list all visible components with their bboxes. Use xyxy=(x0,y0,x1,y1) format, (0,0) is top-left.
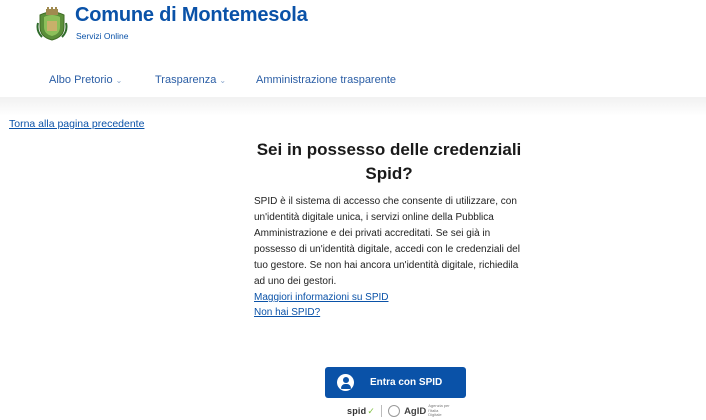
site-subtitle: Servizi Online xyxy=(76,31,129,41)
nav-item-amministrazione-trasparente[interactable]: Amministrazione trasparente xyxy=(256,74,396,86)
spid-logo: spid✓ xyxy=(347,405,376,416)
spid-more-info-link[interactable]: Maggiori informazioni su SPID xyxy=(254,290,544,305)
spid-info-card: Sei in possesso delle credenziali Spid? … xyxy=(254,138,544,320)
logo-divider xyxy=(381,405,383,417)
nav-item-trasparenza[interactable]: Trasparenza ⌄ xyxy=(155,74,226,86)
check-icon: ✓ xyxy=(367,405,376,416)
agid-logo-icon xyxy=(388,405,401,417)
chevron-down-icon: ⌄ xyxy=(115,75,123,85)
header-divider xyxy=(0,97,706,116)
main-navigation: Albo Pretorio ⌄ Trasparenza ⌄ Amministra… xyxy=(0,64,706,94)
no-spid-link[interactable]: Non hai SPID? xyxy=(254,305,544,320)
back-link[interactable]: Torna alla pagina precedente xyxy=(9,118,144,130)
agid-logo-subtext: Agenzia per l'Italia Digitale xyxy=(428,403,450,418)
spid-heading: Sei in possesso delle credenziali Spid? xyxy=(244,138,534,186)
nav-item-label: Amministrazione trasparente xyxy=(256,74,397,86)
agid-logo-text: AgID xyxy=(404,405,427,417)
login-spid-button[interactable]: Entra con SPID xyxy=(325,367,466,398)
site-header: Comune di Montemesola Servizi Online Alb… xyxy=(0,0,706,100)
municipal-crest-icon xyxy=(36,7,68,41)
spid-heading-line2: Spid? xyxy=(365,164,413,183)
chevron-down-icon: ⌄ xyxy=(219,75,227,85)
nav-item-label: Albo Pretorio xyxy=(49,74,113,86)
nav-item-label: Trasparenza xyxy=(155,74,217,86)
login-spid-button-label: Entra con SPID xyxy=(370,377,443,388)
site-title[interactable]: Comune di Montemesola xyxy=(75,4,308,27)
spid-heading-line1: Sei in possesso delle credenziali xyxy=(256,140,522,159)
nav-item-albo-pretorio[interactable]: Albo Pretorio ⌄ xyxy=(49,74,122,86)
user-avatar-icon xyxy=(337,374,354,391)
footer-logos: spid✓ AgID Agenzia per l'Italia Digitale xyxy=(347,404,450,418)
spid-description: SPID è il sistema di accesso che consent… xyxy=(254,196,520,287)
